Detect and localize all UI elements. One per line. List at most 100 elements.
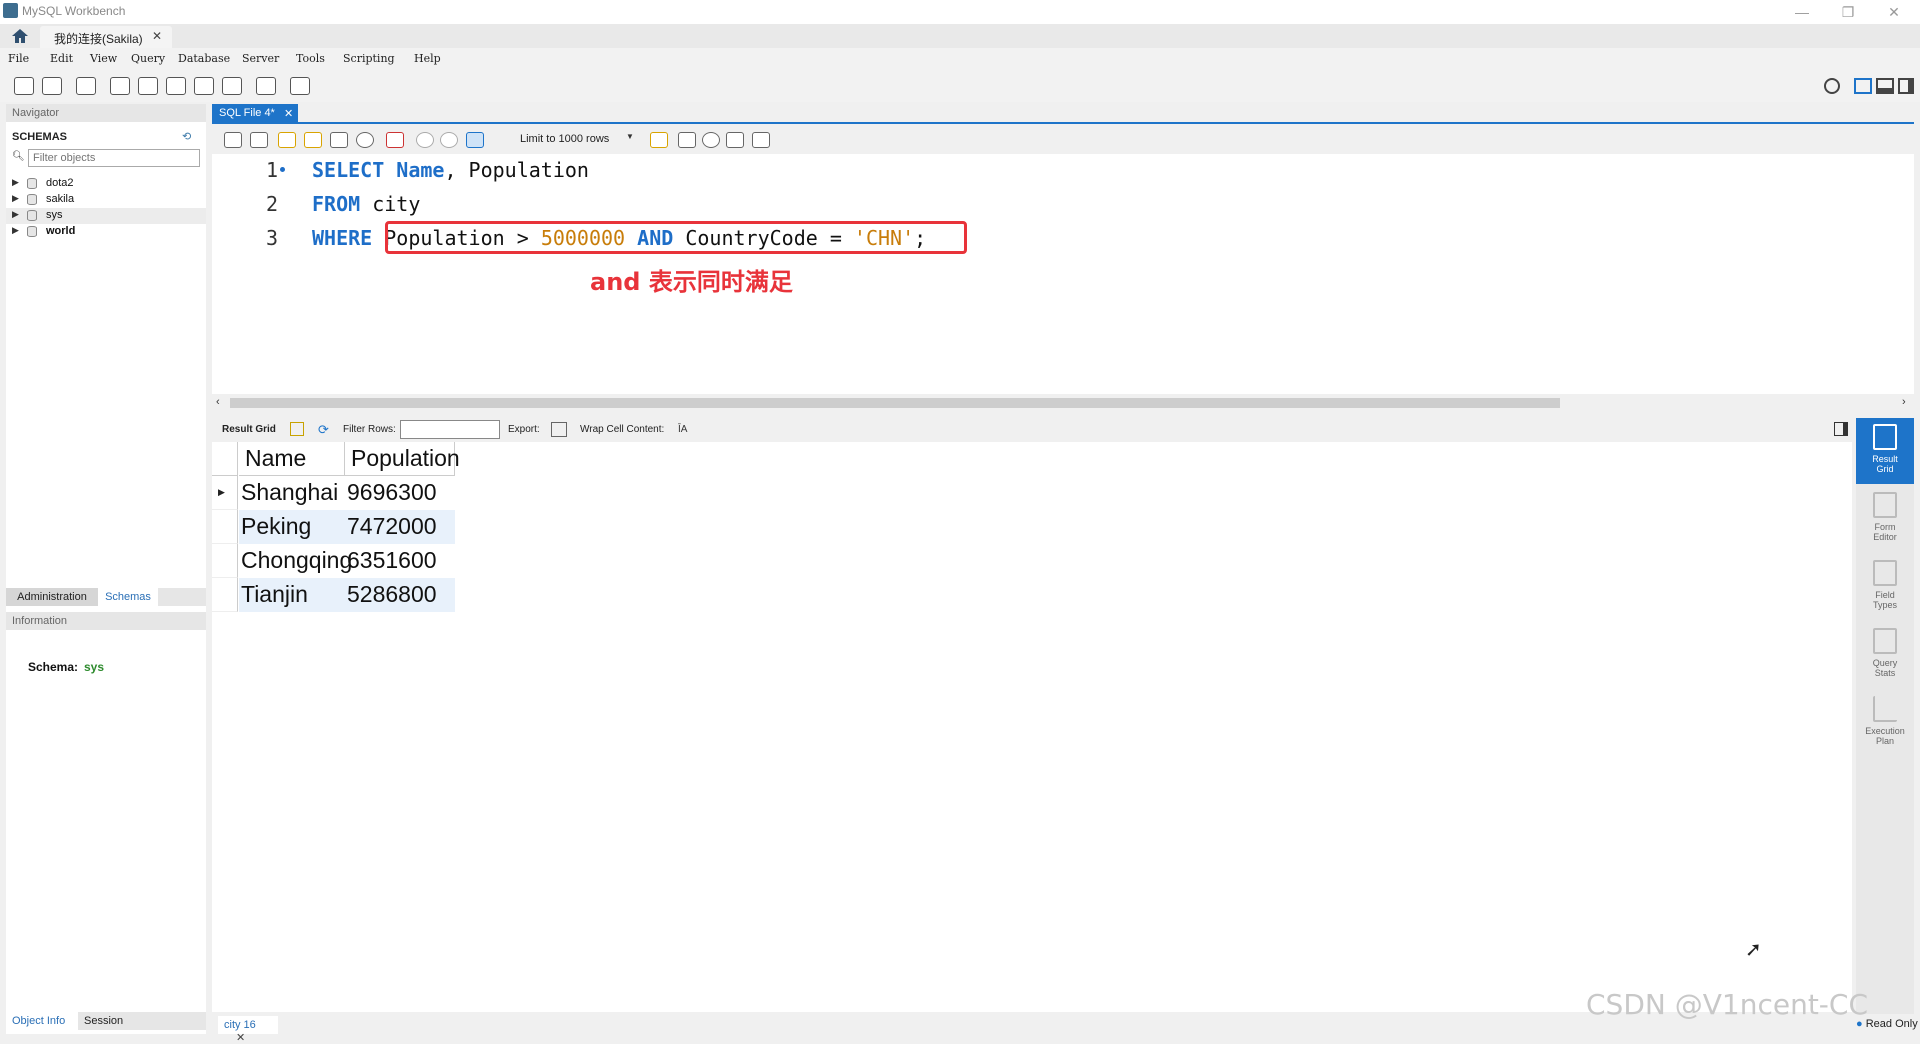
chevron-down-icon[interactable]: ▼ <box>626 132 634 141</box>
current-line-marker-icon <box>280 167 285 172</box>
row-selector[interactable] <box>212 510 238 544</box>
menu-file[interactable]: File <box>8 52 29 65</box>
execution-plan-view-button[interactable]: Execution Plan <box>1856 690 1914 756</box>
expand-arrow-icon[interactable]: ▶ <box>12 193 19 204</box>
menu-server[interactable]: Server <box>242 52 279 65</box>
create-schema-icon[interactable] <box>110 77 130 95</box>
export-icon[interactable] <box>551 422 567 437</box>
save-icon[interactable] <box>250 132 268 148</box>
create-table-icon[interactable] <box>138 77 158 95</box>
open-file-icon[interactable] <box>224 132 242 148</box>
rollback-icon[interactable] <box>440 132 458 148</box>
sql-file-tab[interactable]: SQL File 4* ✕ <box>212 104 298 124</box>
row-selector[interactable] <box>212 578 238 612</box>
close-tab-icon[interactable]: ✕ <box>236 1032 245 1044</box>
minimize-icon[interactable]: — <box>1780 2 1824 22</box>
filter-objects-input[interactable] <box>28 149 200 167</box>
scroll-left-icon[interactable]: ‹ <box>216 396 220 408</box>
restore-icon[interactable]: ❐ <box>1826 2 1870 22</box>
column-header[interactable]: Population <box>345 442 460 476</box>
table-cell[interactable]: 5286800 <box>345 578 455 612</box>
tab-administration[interactable]: Administration <box>6 588 98 606</box>
table-cell[interactable]: 9696300 <box>345 476 455 510</box>
inspector-icon[interactable] <box>76 77 96 95</box>
toggle-panel-icon[interactable] <box>1834 422 1848 436</box>
current-row-arrow-icon: ▶ <box>218 487 225 497</box>
expand-arrow-icon[interactable]: ▶ <box>12 225 19 236</box>
toggle-output-icon[interactable] <box>1876 78 1894 94</box>
add-snippet-icon[interactable] <box>650 132 668 148</box>
beautify-icon[interactable] <box>678 132 696 148</box>
connection-tab[interactable]: 我的连接(Sakila) ✕ <box>40 26 172 48</box>
search-table-data-icon[interactable] <box>256 77 276 95</box>
close-tab-icon[interactable]: ✕ <box>152 29 162 43</box>
stop-icon[interactable] <box>356 132 374 148</box>
tab-schemas[interactable]: Schemas <box>98 588 158 606</box>
menu-view[interactable]: View <box>90 52 117 65</box>
table-cell[interactable]: Peking <box>239 510 345 544</box>
menu-bar: File Edit View Query Database Server Too… <box>0 48 1920 70</box>
menu-database[interactable]: Database <box>178 52 230 65</box>
tab-object-info[interactable]: Object Info <box>6 1012 78 1030</box>
refresh-icon[interactable]: ⟳ <box>318 422 329 438</box>
scrollbar-thumb[interactable] <box>230 398 1560 408</box>
result-tab[interactable]: city 16 ✕ <box>218 1016 278 1044</box>
table-cell[interactable]: 7472000 <box>345 510 455 544</box>
toggle-sidebar-icon[interactable] <box>1854 78 1872 94</box>
column-header[interactable]: Name <box>239 442 345 476</box>
create-view-icon[interactable] <box>166 77 186 95</box>
open-sql-script-icon[interactable] <box>42 77 62 95</box>
form-editor-view-button[interactable]: Form Editor <box>1856 486 1914 552</box>
menu-tools[interactable]: Tools <box>296 52 325 65</box>
table-cell[interactable]: 6351600 <box>345 544 455 578</box>
reconnect-icon[interactable] <box>290 77 310 95</box>
create-procedure-icon[interactable] <box>194 77 214 95</box>
result-grid-view-button[interactable]: Result Grid <box>1856 418 1914 484</box>
table-cell[interactable]: Shanghai <box>239 476 345 510</box>
expand-arrow-icon[interactable]: ▶ <box>12 177 19 188</box>
toggle-secondary-sidebar-icon[interactable] <box>1898 78 1914 94</box>
code-line-2: FROM city <box>312 192 420 216</box>
find-icon[interactable] <box>702 132 720 148</box>
sql-editor[interactable]: 1 2 3 SELECT Name, Population FROM city … <box>212 154 1914 394</box>
word-wrap-icon[interactable] <box>752 132 770 148</box>
execute-icon[interactable] <box>278 132 296 148</box>
home-icon[interactable] <box>10 27 30 45</box>
menu-help[interactable]: Help <box>414 52 441 65</box>
filter-rows-input[interactable] <box>400 420 500 439</box>
schema-item-dota2[interactable]: ▶ dota2 <box>6 176 206 192</box>
schema-item-world[interactable]: ▶ world <box>6 224 206 240</box>
execute-current-icon[interactable] <box>304 132 322 148</box>
commit-icon[interactable] <box>416 132 434 148</box>
table-cell[interactable]: Tianjin <box>239 578 345 612</box>
grid-view-icon[interactable] <box>290 422 304 436</box>
wrap-toggle-icon[interactable]: ĪA <box>678 424 687 435</box>
schema-item-sakila[interactable]: ▶ sakila <box>6 192 206 208</box>
menu-query[interactable]: Query <box>131 52 165 65</box>
explain-icon[interactable] <box>330 132 348 148</box>
refresh-icon[interactable]: ⟲ <box>182 130 191 143</box>
row-selector[interactable]: ▶ <box>212 476 238 510</box>
close-tab-icon[interactable]: ✕ <box>284 107 293 120</box>
export-label: Export: <box>508 424 540 435</box>
close-window-icon[interactable]: ✕ <box>1872 2 1916 22</box>
autocommit-icon[interactable] <box>466 132 484 148</box>
new-query-tab-icon[interactable] <box>14 77 34 95</box>
settings-gear-icon[interactable] <box>1824 78 1840 94</box>
menu-edit[interactable]: Edit <box>50 52 73 65</box>
row-selector[interactable] <box>212 544 238 578</box>
menu-scripting[interactable]: Scripting <box>343 52 395 65</box>
database-icon <box>27 178 37 189</box>
expand-arrow-icon[interactable]: ▶ <box>12 209 19 220</box>
horizontal-scrollbar[interactable]: ‹ › <box>212 394 1914 412</box>
invisible-chars-icon[interactable] <box>726 132 744 148</box>
query-stats-view-button[interactable]: Query Stats <box>1856 622 1914 688</box>
field-types-view-button[interactable]: Field Types <box>1856 554 1914 620</box>
scroll-right-icon[interactable]: › <box>1902 396 1906 408</box>
tab-session[interactable]: Session <box>78 1012 138 1030</box>
schema-item-sys[interactable]: ▶ sys <box>6 208 206 224</box>
stop-on-error-icon[interactable] <box>386 132 404 148</box>
limit-rows-select[interactable]: Limit to 1000 rows <box>518 130 638 150</box>
table-cell[interactable]: Chongqing <box>239 544 352 578</box>
create-function-icon[interactable] <box>222 77 242 95</box>
